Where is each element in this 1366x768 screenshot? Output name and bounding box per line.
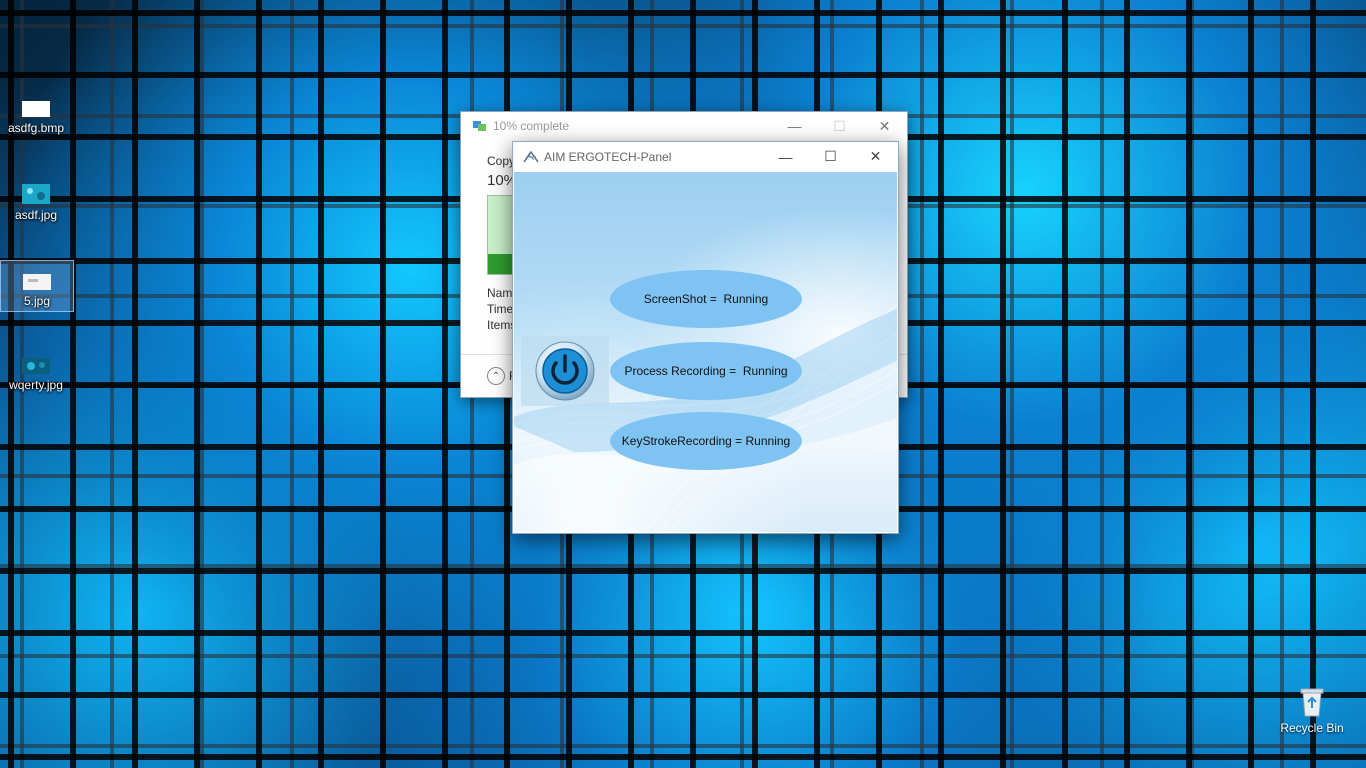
copy-window-titlebar[interactable]: 10% complete — ☐ ✕ [461, 112, 907, 140]
bitmap-file-icon [22, 101, 50, 117]
minimize-button[interactable]: — [772, 112, 817, 140]
chevron-up-icon[interactable]: ⌃ [487, 367, 505, 385]
desktop-icon-label: 5.jpg [23, 294, 51, 308]
aim-window-title: AIM ERGOTECH-Panel [544, 149, 672, 164]
maximize-button[interactable]: ☐ [808, 143, 853, 171]
status-keystroke-recording: KeyStrokeRecording = Running [610, 412, 802, 470]
aim-ergotech-panel-window: AIM ERGOTECH-Panel — ☐ ✕ ScreenShot = Ru… [512, 141, 899, 534]
desktop-icon-recycle-bin[interactable]: Recycle Bin [1276, 686, 1348, 735]
desktop-icon-5-jpg[interactable]: 5.jpg [0, 260, 74, 312]
recycle-bin-icon [1300, 688, 1324, 717]
aim-panel-content: ScreenShot = Running Process Recording =… [514, 172, 897, 532]
copy-files-icon [473, 121, 486, 131]
desktop-icon-wqerty-jpg[interactable]: wqerty.jpg [0, 357, 72, 392]
close-button[interactable]: ✕ [862, 112, 907, 140]
status-process-recording: Process Recording = Running [610, 342, 802, 400]
image-file-icon [23, 274, 51, 290]
copy-window-title: 10% complete [493, 119, 570, 133]
desktop-icon-asdfg-bmp[interactable]: asdfg.bmp [0, 100, 72, 135]
status-screenshot: ScreenShot = Running [610, 270, 802, 328]
image-file-icon [22, 184, 50, 204]
desktop-icon-label: asdfg.bmp [7, 121, 65, 135]
recycle-bin-label: Recycle Bin [1280, 721, 1344, 735]
close-button[interactable]: ✕ [853, 143, 898, 171]
power-button-container [521, 336, 609, 406]
maximize-button[interactable]: ☐ [817, 112, 862, 140]
desktop-icon-label: wqerty.jpg [9, 378, 63, 392]
aim-app-icon [523, 150, 539, 162]
minimize-button[interactable]: — [763, 143, 808, 171]
desktop-icon-asdf-jpg[interactable]: asdf.jpg [0, 183, 72, 222]
power-icon[interactable] [535, 341, 595, 401]
image-file-icon [22, 358, 50, 374]
desktop-icon-label: asdf.jpg [14, 208, 58, 222]
aim-window-titlebar[interactable]: AIM ERGOTECH-Panel — ☐ ✕ [513, 142, 898, 171]
